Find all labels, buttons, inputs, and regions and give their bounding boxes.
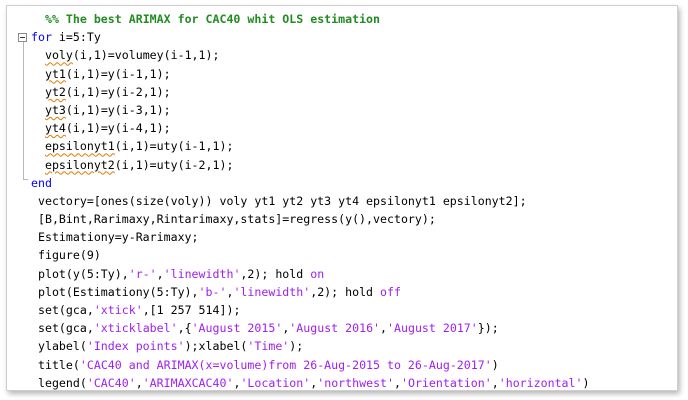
code-area[interactable]: %% The best ARIMAX for CAC40 whit OLS es…	[31, 10, 677, 390]
code-token: (i,1)=y(i-3,1);	[65, 102, 171, 117]
code-line[interactable]: [B,Bint,Rarimaxy,Rintarimaxy,stats]=regr…	[31, 210, 677, 228]
code-token: Estimationy=y-Rarimaxy;	[31, 230, 199, 245]
keyword-token: end	[31, 175, 52, 190]
warning-token: yt1	[44, 66, 66, 81]
code-token: )	[491, 357, 499, 372]
code-token: figure(9)	[31, 248, 101, 263]
code-line[interactable]: plot(y(5:Ty),'r-','linewidth',2); hold o…	[31, 265, 677, 283]
string-token: 'Time'	[247, 339, 290, 354]
string-token: on	[310, 266, 325, 281]
code-token: ,	[394, 375, 401, 390]
code-token: );xlabel(	[184, 339, 248, 354]
code-line[interactable]: ylabel('Index points');xlabel('Time');	[31, 337, 677, 355]
code-token: (i,1)=uty(i-1,1);	[114, 139, 234, 154]
code-line[interactable]: legend('CAC40','ARIMAXCAC40','Location',…	[31, 374, 677, 390]
code-token: legend(	[31, 375, 87, 390]
code-line[interactable]: title('CAC40 and ARIMAX(x=volume)from 26…	[31, 356, 677, 374]
code-line[interactable]: set(gca,'xticklabel',{'August 2015','Aug…	[31, 319, 677, 337]
code-line[interactable]: yt2(i,1)=y(i-2,1);	[31, 83, 677, 101]
string-token: 'Orientation'	[401, 375, 492, 390]
code-token: ,2); hold	[310, 284, 381, 299]
string-token: 'xtick'	[93, 303, 143, 317]
code-token: ,[1 257 514]);	[142, 303, 241, 317]
code-token: i=5:Ty	[51, 30, 101, 45]
string-token: 'CAC40'	[86, 375, 136, 390]
code-token: ,	[380, 321, 388, 336]
code-token: vectory=[ones(size(voly)) voly yt1 yt2 y…	[31, 193, 527, 208]
code-line[interactable]: yt4(i,1)=y(i-4,1);	[31, 119, 677, 137]
string-token: off	[380, 284, 401, 299]
code-fold-collapse-icon[interactable]	[18, 33, 27, 42]
code-token: plot(y(5:Ty),	[31, 266, 129, 281]
code-editor[interactable]: %% The best ARIMAX for CAC40 whit OLS es…	[6, 5, 678, 391]
code-line[interactable]: plot(Estimationy(5:Ty),'b-','linewidth',…	[31, 283, 677, 301]
string-token: 'linewidth'	[163, 266, 241, 281]
code-token: ,	[491, 375, 499, 390]
string-token: 'Location'	[240, 375, 311, 390]
string-token: 'August 2015'	[191, 321, 283, 336]
string-token: 'August 2017'	[387, 321, 478, 336]
warning-token: epsilonyt2	[44, 157, 115, 172]
code-token: ,2); hold	[240, 266, 311, 281]
string-token: 'August 2016'	[289, 321, 381, 336]
code-line[interactable]: epsilonyt1(i,1)=uty(i-1,1);	[31, 137, 677, 155]
code-token: )	[582, 375, 590, 390]
code-line[interactable]: vectory=[ones(size(voly)) voly yt1 yt2 y…	[31, 192, 677, 210]
code-token: [B,Bint,Rarimaxy,Rintarimaxy,stats]=regr…	[31, 212, 436, 227]
code-line[interactable]: figure(9)	[31, 246, 677, 264]
code-token: (i,1)=y(i-4,1);	[65, 121, 171, 136]
code-line[interactable]: for i=5:Ty	[31, 28, 677, 46]
code-token: );	[289, 339, 304, 354]
code-token: ylabel(	[31, 339, 87, 354]
string-token: 'northwest'	[317, 375, 395, 390]
editor-gutter	[7, 6, 29, 390]
code-line[interactable]: epsilonyt2(i,1)=uty(i-2,1);	[31, 156, 677, 174]
code-token: (i,1)=uty(i-2,1);	[114, 157, 234, 172]
warning-token: yt3	[44, 102, 66, 117]
warning-token: epsilonyt1	[44, 139, 115, 154]
code-token: plot(Estimationy(5:Ty),	[31, 284, 199, 299]
code-token: set(gca,	[31, 321, 94, 336]
string-token: 'CAC40 and ARIMAX(x=volume)from 26-Aug-2…	[79, 357, 492, 372]
code-fold-guide	[23, 42, 24, 179]
code-token: ,	[135, 375, 143, 390]
code-token: title(	[31, 357, 80, 372]
code-token: (i,1)=volumey(i-1,1);	[72, 48, 220, 63]
string-token: 'Index points'	[86, 339, 185, 354]
string-token: 'r-'	[128, 266, 157, 281]
comment-token: %% The best ARIMAX for CAC40 whit OLS es…	[44, 12, 381, 26]
string-token: 'xticklabel'	[93, 321, 178, 336]
code-line[interactable]: %% The best ARIMAX for CAC40 whit OLS es…	[31, 10, 677, 28]
keyword-token: for	[31, 30, 52, 45]
code-token: set(gca,	[31, 303, 94, 317]
code-line[interactable]: end	[31, 174, 677, 192]
warning-token: voly	[44, 48, 73, 63]
string-token: 'linewidth'	[233, 284, 311, 299]
code-line[interactable]: set(gca,'xtick',[1 257 514]);	[31, 301, 677, 319]
warning-token: yt4	[44, 121, 66, 136]
code-token: ,{	[177, 321, 192, 336]
code-token: (i,1)=y(i-1,1);	[65, 66, 171, 81]
code-token: (i,1)=y(i-2,1);	[65, 84, 171, 99]
code-line[interactable]: Estimationy=y-Rarimaxy;	[31, 228, 677, 246]
string-token: 'ARIMAXCAC40'	[142, 375, 234, 390]
code-line[interactable]: yt1(i,1)=y(i-1,1);	[31, 65, 677, 83]
code-line[interactable]: voly(i,1)=volumey(i-1,1);	[31, 46, 677, 64]
code-token: ,	[156, 266, 164, 281]
code-fold-end-marker	[23, 179, 28, 180]
string-token: 'b-'	[198, 284, 227, 299]
string-token: 'horizontal'	[498, 375, 583, 390]
code-token: });	[477, 321, 499, 336]
warning-token: yt2	[44, 84, 66, 99]
code-line[interactable]: yt3(i,1)=y(i-3,1);	[31, 101, 677, 119]
